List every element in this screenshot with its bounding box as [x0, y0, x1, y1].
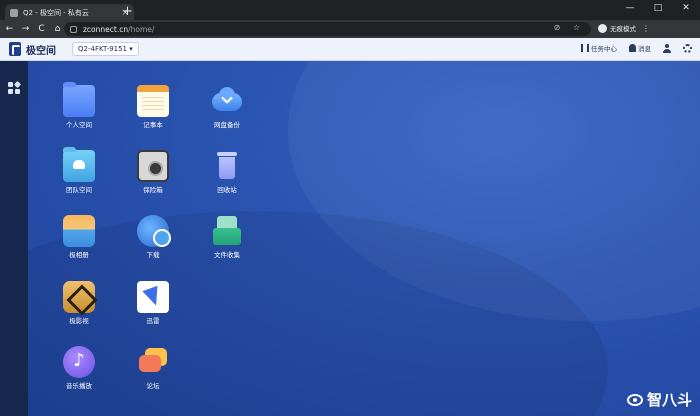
app-music-player[interactable]: 音乐播放: [44, 346, 114, 390]
watermark-text: 智八斗: [646, 391, 692, 409]
app-label: 文件收集: [214, 251, 240, 259]
browser-extensions: 无痕模式 ⋮: [598, 23, 650, 33]
user-icon[interactable]: [663, 43, 671, 53]
notepad-icon: [137, 85, 169, 117]
tab-favicon-icon: [10, 8, 18, 17]
weibo-icon: [626, 393, 643, 406]
new-tab-button[interactable]: +: [122, 5, 133, 18]
messages-label: 消息: [638, 45, 651, 53]
incognito-icon: [598, 23, 607, 33]
forward-button[interactable]: →: [19, 24, 32, 34]
task-center-label: 任务中心: [591, 45, 617, 53]
app-label: 网盘备份: [214, 121, 240, 129]
app-label: 团队空间: [66, 186, 92, 194]
browser-chrome: Q2 - 极空间 - 私有云 × + — □ ✕ ← → C ⌂ zconnec…: [0, 0, 700, 38]
app-label: 音乐播放: [66, 382, 92, 390]
app-download[interactable]: 下载: [118, 215, 188, 259]
app-label: 个人空间: [66, 121, 92, 129]
app-notepad[interactable]: 记事本: [118, 85, 188, 129]
photo-album-icon: [63, 215, 95, 247]
app-header: 极空间 Q2-4FKT-9151 ▾ 任务中心 消息: [0, 38, 700, 61]
tab-title: Q2 - 极空间 - 私有云: [23, 8, 89, 17]
app-safe[interactable]: 保险箱: [118, 150, 188, 194]
personal-space-folder-icon: [63, 82, 95, 117]
close-window-button[interactable]: ✕: [672, 0, 700, 17]
browser-menu-icon[interactable]: ⋮: [642, 24, 650, 33]
header-actions: 任务中心 消息: [581, 43, 692, 53]
device-selector[interactable]: Q2-4FKT-9151 ▾: [72, 42, 139, 56]
task-center-icon: [581, 44, 589, 52]
file-collection-icon: [211, 215, 243, 247]
toolbar: ← → C ⌂ zconnect.cn/home/ ⊘ ☆ 无痕模式 ⋮: [0, 20, 700, 38]
bell-icon: [629, 44, 636, 52]
cloud-backup-icon: [211, 85, 243, 117]
incognito-profile[interactable]: 无痕模式: [598, 23, 636, 33]
app-personal-space[interactable]: 个人空间: [44, 82, 114, 129]
reload-button[interactable]: C: [35, 24, 48, 34]
app-photo-album[interactable]: 极相册: [44, 215, 114, 259]
gear-icon[interactable]: [683, 43, 692, 53]
task-center-button[interactable]: 任务中心: [581, 43, 617, 53]
url-path: /home/: [128, 24, 155, 34]
minimize-button[interactable]: —: [616, 0, 644, 17]
watermark: 智八斗: [626, 389, 692, 410]
window-controls: — □ ✕: [616, 0, 700, 17]
app-label: 回收站: [217, 186, 237, 194]
app-label: 下载: [146, 251, 160, 259]
download-icon: [137, 215, 171, 247]
team-space-folder-icon: [63, 147, 95, 182]
app-video[interactable]: 极影视: [44, 281, 114, 325]
home-button[interactable]: ⌂: [51, 24, 64, 34]
lock-icon[interactable]: [70, 25, 77, 33]
logo-text: 极空间: [26, 45, 56, 57]
app-label: 记事本: [143, 121, 163, 129]
messages-button[interactable]: 消息: [629, 43, 651, 53]
logo-icon: [9, 42, 21, 56]
video-icon: [63, 281, 95, 313]
app-cloud-backup[interactable]: 网盘备份: [192, 85, 262, 129]
sidebar: [0, 61, 28, 416]
music-player-icon: [63, 346, 95, 378]
browser-tab[interactable]: Q2 - 极空间 - 私有云 ×: [5, 4, 134, 21]
app-label: 极相册: [69, 251, 89, 259]
xunlei-icon: [137, 281, 169, 313]
app-logo[interactable]: 极空间: [9, 42, 56, 57]
app-label: 保险箱: [143, 186, 163, 194]
app-team-space[interactable]: 团队空间: [44, 147, 114, 194]
app-xunlei[interactable]: 迅雷: [118, 281, 188, 325]
app-grid-icon[interactable]: [8, 80, 22, 94]
desktop: 个人空间 记事本 网盘备份 团队空间 保险箱 回收站 极相册 下载 文件收集 极…: [28, 61, 700, 416]
app-label: 论坛: [146, 382, 160, 390]
app-recycle-bin[interactable]: 回收站: [192, 150, 262, 194]
back-button[interactable]: ←: [3, 24, 16, 34]
incognito-label: 无痕模式: [610, 25, 636, 33]
bookmark-star-icon[interactable]: ⊘ ☆: [554, 23, 585, 32]
safe-icon: [137, 150, 169, 182]
forum-icon: [137, 346, 169, 378]
maximize-button[interactable]: □: [644, 0, 672, 17]
url-host: zconnect.cn: [83, 24, 129, 34]
address-bar[interactable]: zconnect.cn/home/ ⊘ ☆: [64, 22, 591, 36]
app-file-collection[interactable]: 文件收集: [192, 215, 262, 259]
recycle-bin-icon: [211, 150, 243, 182]
app-label: 极影视: [69, 317, 89, 325]
app-forum[interactable]: 论坛: [118, 346, 188, 390]
app-label: 迅雷: [146, 317, 160, 325]
